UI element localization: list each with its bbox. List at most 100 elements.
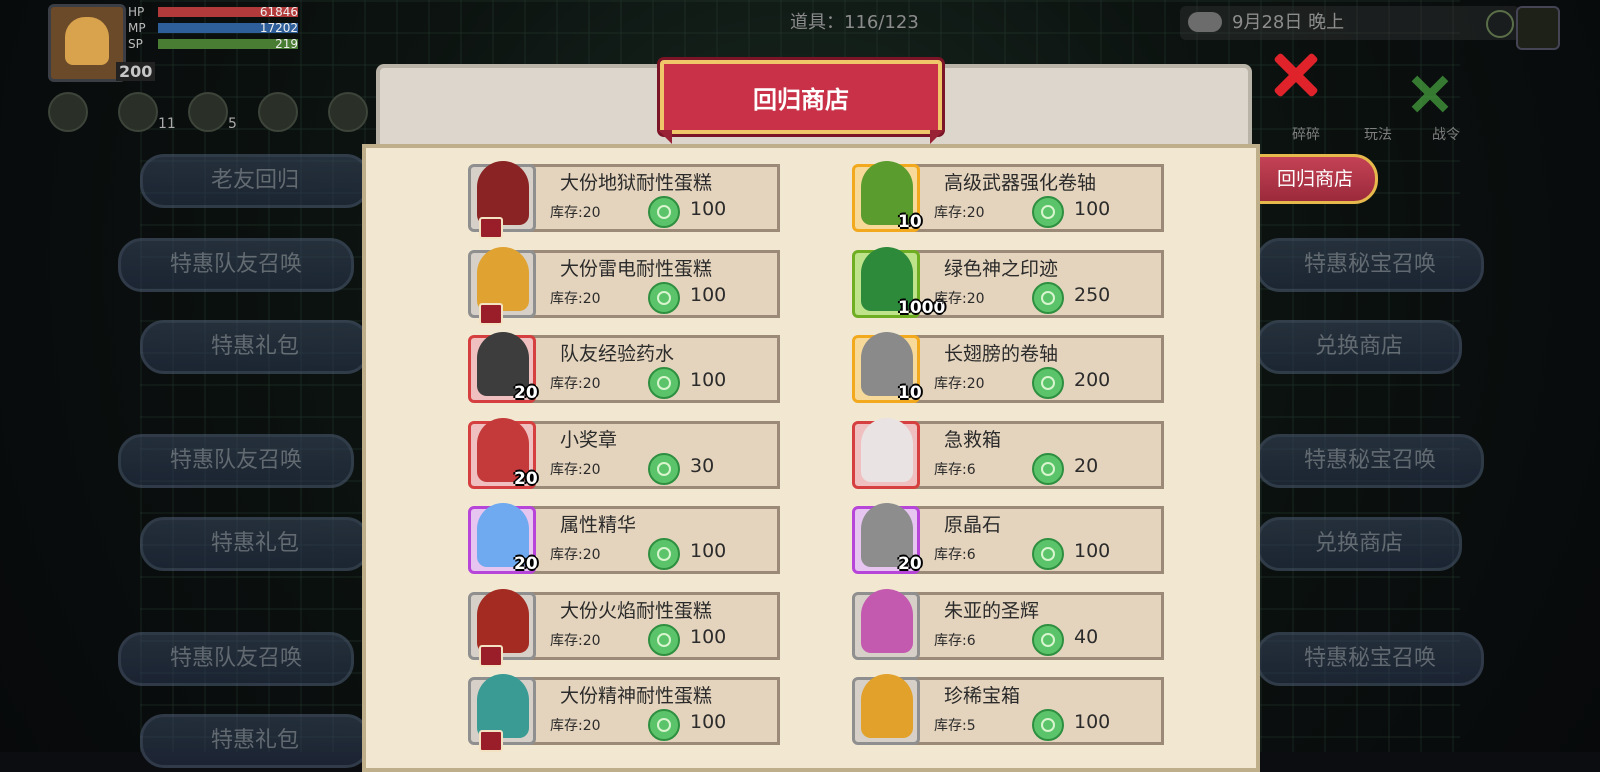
item-price: 100 (690, 283, 727, 306)
element-badge-icon (479, 302, 503, 325)
green-coin-icon (1032, 196, 1064, 228)
item-icon-frame (468, 246, 536, 325)
item-name: 绿色神之印迹 (944, 257, 1059, 280)
side-btn-treasure-summon[interactable]: 特惠秘宝召唤 (1256, 238, 1484, 292)
side-btn-teammate-summon[interactable]: 特惠队友召唤 (118, 632, 354, 686)
shop-item[interactable]: 急救箱 库存:6 20 (852, 413, 1164, 489)
top-icon-label: 玩法 (1364, 127, 1392, 143)
hud-slot-icon[interactable] (48, 92, 88, 132)
globe-icon[interactable] (1486, 10, 1514, 38)
shop-item[interactable]: 朱亚的圣辉 库存:6 40 (852, 584, 1164, 660)
item-stock: 库存:20 (550, 632, 601, 649)
expand-icon[interactable] (1516, 6, 1560, 50)
item-icon-frame (852, 588, 920, 660)
green-coin-icon (648, 281, 680, 314)
item-name: 小奖章 (560, 428, 618, 451)
item-icon (477, 588, 529, 653)
hud-slot-count: 11 (158, 116, 176, 132)
item-icon-frame (852, 674, 920, 745)
item-name: 大份精神耐性蛋糕 (560, 685, 713, 707)
mp-value: 17202 (259, 21, 298, 35)
item-stock: 库存:20 (934, 376, 985, 392)
item-price: 20 (1074, 454, 1099, 477)
shop-item[interactable]: 10 长翅膀的卷轴 库存:20 200 (852, 327, 1164, 403)
shop-item[interactable]: 大份火焰耐性蛋糕 库存:20 100 (468, 584, 780, 667)
player-avatar[interactable] (48, 4, 126, 82)
side-btn-treasure-summon[interactable]: 特惠秘宝召唤 (1256, 632, 1484, 686)
item-name: 急救箱 (944, 428, 1002, 451)
side-btn-exchange-shop[interactable]: 兑换商店 (1256, 517, 1462, 571)
green-coin-icon (648, 538, 680, 570)
shop-item[interactable]: 20 队友经验药水 库存:20 100 (468, 327, 780, 403)
side-btn-old-friend[interactable]: 老友回归 (140, 154, 370, 208)
side-btn-teammate-summon[interactable]: 特惠队友召唤 (118, 238, 354, 292)
mp-stat: MP 17202 (128, 22, 298, 34)
item-stock: 库存:20 (550, 461, 601, 478)
side-btn-treasure-summon[interactable]: 特惠秘宝召唤 (1256, 434, 1484, 488)
close-icon[interactable] (1272, 52, 1318, 98)
item-icon-frame (468, 161, 536, 239)
close-icon[interactable] (1410, 74, 1450, 114)
side-btn-special-pack[interactable]: 特惠礼包 (140, 320, 370, 374)
hud-slot-icon[interactable]: 11 (118, 92, 176, 132)
shop-item[interactable]: 20 属性精华 库存:20 100 (468, 498, 780, 574)
sp-value: 219 (275, 37, 298, 51)
shop-item[interactable]: 大份地狱耐性蛋糕库存:20 100 (468, 156, 780, 239)
green-coin-icon (1032, 538, 1064, 570)
shop-item[interactable]: 20 小奖章库存:20 30 (468, 413, 780, 489)
hud-slot-icon[interactable]: 5 (188, 92, 237, 132)
cloud-icon (1188, 12, 1222, 32)
item-icon (477, 161, 529, 225)
item-quantity: 10 (898, 212, 922, 232)
item-quantity: 20 (514, 554, 538, 574)
item-name: 队友经验药水 (560, 343, 675, 365)
music-note-icon[interactable] (328, 92, 368, 132)
shop-item[interactable]: 20 原晶石 库存:6 100 (852, 498, 1164, 574)
item-name: 大份雷电耐性蛋糕 (560, 257, 713, 280)
item-stock: 库存:20 (550, 376, 601, 392)
shop-item[interactable]: 大份精神耐性蛋糕 库存:20 100 (468, 669, 780, 752)
item-stock: 库存:20 (550, 205, 601, 221)
shop-title-banner: 回归商店 (658, 60, 944, 144)
item-icon-frame (468, 588, 536, 667)
shop-item[interactable]: 大份雷电耐性蛋糕库存:20 100 (468, 242, 780, 325)
green-coin-icon (1032, 367, 1064, 399)
hp-label: HP (128, 5, 145, 19)
sp-label: SP (128, 37, 143, 51)
item-name: 原晶石 (944, 514, 1002, 536)
item-icon (861, 417, 913, 482)
side-btn-special-pack[interactable]: 特惠礼包 (140, 714, 370, 768)
player-level: 200 (116, 62, 156, 81)
hud-icon-row: 11 5 (48, 92, 368, 132)
item-stock: 库存:20 (550, 290, 601, 307)
shop-item[interactable]: 10 高级武器强化卷轴 库存:20 100 (852, 156, 1164, 232)
side-btn-special-pack[interactable]: 特惠礼包 (140, 517, 370, 571)
element-badge-icon (479, 217, 503, 239)
item-quantity: 10 (898, 383, 922, 403)
item-price: 30 (690, 454, 715, 477)
item-quantity: 20 (514, 468, 538, 489)
item-price: 100 (1074, 540, 1111, 562)
side-btn-teammate-summon[interactable]: 特惠队友召唤 (118, 434, 354, 488)
green-coin-icon (1032, 709, 1064, 741)
shop-item[interactable]: 1000 绿色神之印迹 库存:20 250 (852, 242, 1164, 318)
item-price: 100 (1074, 198, 1111, 220)
item-price: 250 (1074, 283, 1111, 306)
side-btn-exchange-shop[interactable]: 兑换商店 (1256, 320, 1462, 374)
item-icon-frame (852, 417, 920, 489)
item-icon-frame (468, 674, 536, 752)
tab-return-shop[interactable]: 回归商店 (1252, 154, 1378, 204)
item-name: 大份地狱耐性蛋糕 (560, 172, 713, 194)
item-quantity: 20 (514, 383, 538, 403)
mp-label: MP (128, 21, 146, 35)
hud-slot-icon[interactable] (258, 92, 298, 132)
item-price: 200 (1074, 369, 1111, 391)
item-price: 100 (690, 198, 727, 220)
item-name: 珍稀宝箱 (944, 685, 1021, 707)
shop-item[interactable]: 珍稀宝箱 库存:5 100 (852, 669, 1164, 745)
item-stock: 库存:6 (934, 632, 976, 649)
item-stock: 库存:20 (550, 718, 601, 734)
item-icon (477, 674, 529, 738)
green-coin-icon (648, 196, 680, 228)
inventory-count: 道具：116/123 (790, 12, 919, 33)
